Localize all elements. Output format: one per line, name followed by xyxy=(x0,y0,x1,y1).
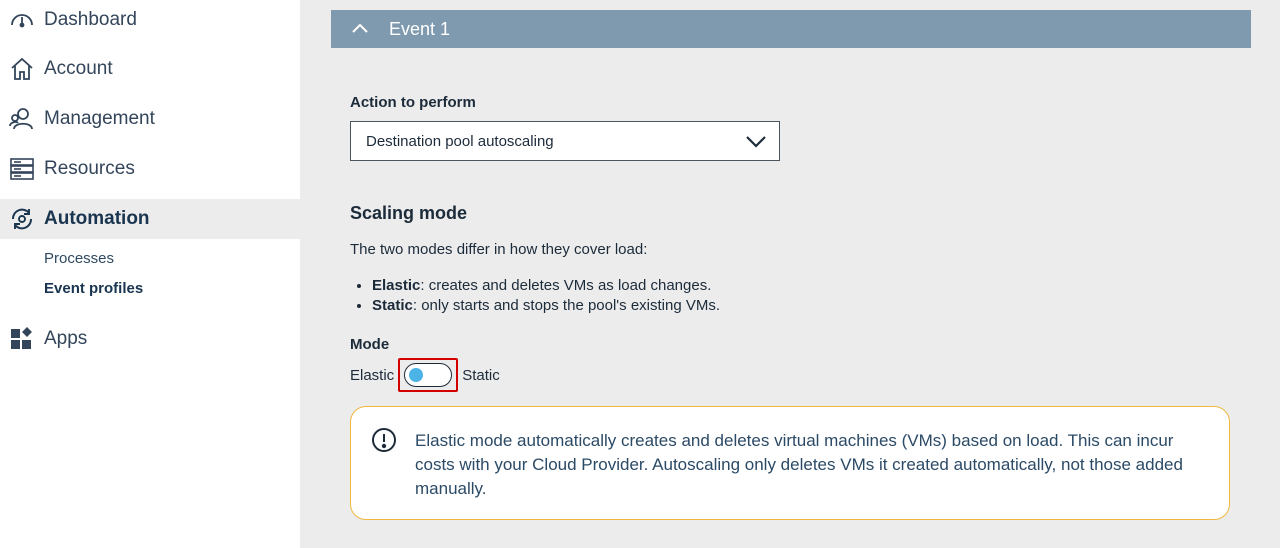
sidebar: Dashboard Account Management Resources A… xyxy=(0,0,300,548)
action-label: Action to perform xyxy=(350,94,476,111)
event-header[interactable]: Event 1 xyxy=(331,10,1251,48)
sidebar-item-dashboard[interactable]: Dashboard xyxy=(0,0,300,40)
bullet-term: Static xyxy=(372,297,413,314)
action-select-value: Destination pool autoscaling xyxy=(366,132,554,150)
chevron-up-icon xyxy=(352,23,368,33)
automation-icon xyxy=(8,205,36,233)
chevron-down-icon xyxy=(746,136,766,148)
sidebar-item-label: Apps xyxy=(44,328,88,349)
event-title: Event 1 xyxy=(389,18,451,39)
bullet-text: : only starts and stops the pool's exist… xyxy=(412,297,721,314)
scaling-mode-title: Scaling mode xyxy=(350,203,468,223)
mode-label: Mode xyxy=(350,336,390,353)
action-select[interactable]: Destination pool autoscaling xyxy=(350,121,780,161)
sidebar-item-management[interactable]: Management xyxy=(0,99,300,139)
server-icon xyxy=(8,155,36,183)
list-item: Elastic: creates and deletes VMs as load… xyxy=(372,276,720,296)
gauge-icon xyxy=(8,6,36,34)
sidebar-item-label: Resources xyxy=(44,158,135,179)
sidebar-item-account[interactable]: Account xyxy=(0,49,300,89)
notice-text: Elastic mode automatically creates and d… xyxy=(415,431,1183,498)
sidebar-item-label: Account xyxy=(44,58,113,79)
apps-icon xyxy=(8,325,36,353)
bullet-term: Elastic xyxy=(372,277,421,294)
scaling-mode-list: Elastic: creates and deletes VMs as load… xyxy=(372,276,720,316)
scaling-mode-description: The two modes differ in how they cover l… xyxy=(350,241,648,258)
bullet-text: : creates and deletes VMs as load change… xyxy=(420,277,712,294)
mode-right-label: Static xyxy=(462,366,500,384)
toggle-knob xyxy=(409,368,424,382)
info-notice: Elastic mode automatically creates and d… xyxy=(350,406,1230,520)
exclamation-circle-icon xyxy=(372,428,396,452)
home-icon xyxy=(8,55,36,83)
sidebar-item-apps[interactable]: Apps xyxy=(0,319,300,359)
sidebar-subitem-processes[interactable]: Processes xyxy=(44,250,114,267)
users-icon xyxy=(8,105,36,133)
mode-left-label: Elastic xyxy=(350,366,395,384)
mode-toggle[interactable] xyxy=(404,363,453,387)
sidebar-item-automation[interactable]: Automation xyxy=(0,199,300,239)
toggle-highlight xyxy=(398,358,459,392)
list-item: Static: only starts and stops the pool's… xyxy=(372,296,720,316)
mode-row: Elastic Static xyxy=(350,358,500,392)
sidebar-item-resources[interactable]: Resources xyxy=(0,149,300,189)
sidebar-subitem-event-profiles[interactable]: Event profiles xyxy=(44,280,143,297)
sidebar-item-label: Automation xyxy=(44,208,150,229)
sidebar-item-label: Management xyxy=(44,108,155,129)
sidebar-item-label: Dashboard xyxy=(44,9,137,30)
main-content: Event 1 Action to perform Destination po… xyxy=(300,0,1280,548)
